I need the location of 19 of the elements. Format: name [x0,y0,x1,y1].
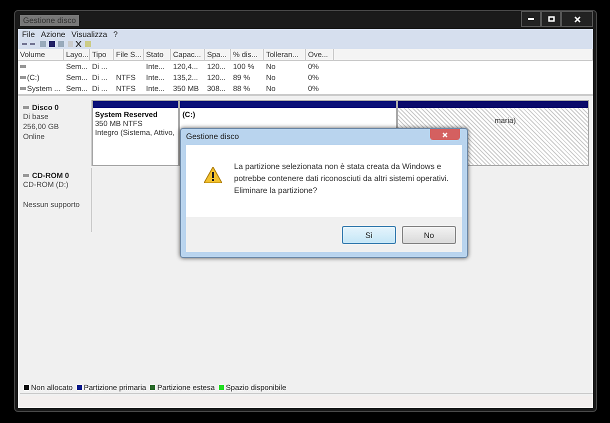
warning-icon [204,167,222,183]
menu-item[interactable]: File [22,30,35,39]
menu-item[interactable]: ? [113,30,118,39]
toolbar-icons[interactable] [22,41,92,47]
close-button[interactable] [561,11,593,27]
dialog-title: Gestione disco [186,131,239,141]
close-icon [574,16,580,22]
drive-icon [23,105,29,110]
maximize-button[interactable] [541,11,561,27]
window-title: Gestione disco [20,14,79,26]
close-icon [442,132,448,138]
dialog-button[interactable]: Sì [342,226,396,244]
dialog-button[interactable]: No [402,226,456,244]
minimize-button[interactable] [521,11,541,27]
minimize-icon [528,18,534,20]
menu-item[interactable]: Azione [40,30,66,39]
menu-item[interactable]: Visualizza [71,30,108,39]
maximize-icon [548,16,554,22]
drive-icon [23,173,29,178]
